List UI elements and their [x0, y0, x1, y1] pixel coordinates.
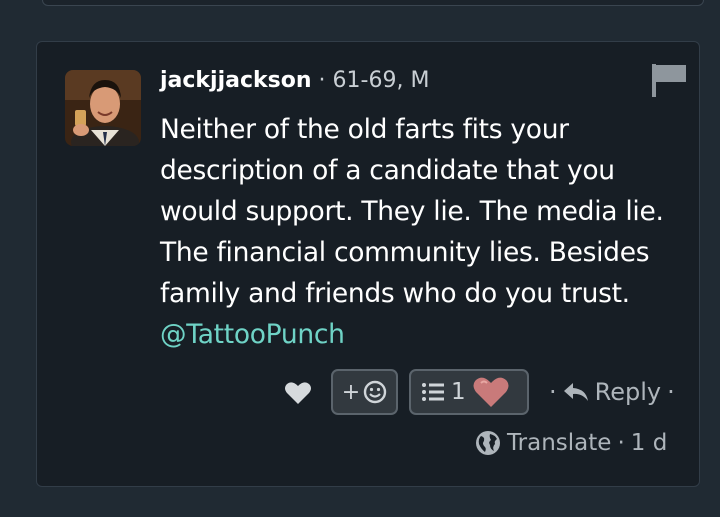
globe-icon [476, 431, 500, 455]
avatar[interactable] [65, 70, 141, 146]
comment-body: Neither of the old farts fits your descr… [160, 109, 665, 355]
plus-label: + [341, 379, 361, 405]
list-icon [422, 383, 444, 401]
age-range: 61-69, M [332, 68, 430, 93]
smiley-icon [364, 380, 387, 404]
timestamp: 1 d [630, 430, 668, 456]
reply-arrow-icon [563, 383, 588, 401]
flag-icon[interactable] [649, 62, 689, 98]
heart-icon[interactable] [284, 380, 312, 406]
reaction-count: 1 [451, 379, 466, 405]
reply-prefix: · [549, 378, 557, 406]
reply-action: · Reply · [549, 375, 675, 409]
reply-suffix: · [667, 378, 675, 406]
mention-link[interactable]: @TattooPunch [160, 319, 345, 350]
comment-text: Neither of the old farts fits your descr… [160, 114, 664, 309]
translate-button[interactable]: Translate [507, 430, 611, 456]
translate-row: Translate · 1 d [475, 426, 667, 460]
header-separator: · [318, 68, 326, 93]
reply-button[interactable]: Reply [595, 378, 661, 406]
comment-header: jackjjackson · 61-69, M [160, 66, 429, 96]
heart-reaction-icon [473, 377, 509, 407]
previous-card-edge [42, 0, 704, 6]
comment-card: jackjjackson · 61-69, M Neither of the o… [36, 41, 700, 487]
add-reaction-button[interactable]: + [331, 369, 398, 415]
reactions-button[interactable]: 1 [409, 369, 529, 415]
time-separator: · [617, 430, 625, 456]
username-link[interactable]: jackjjackson [160, 68, 312, 93]
